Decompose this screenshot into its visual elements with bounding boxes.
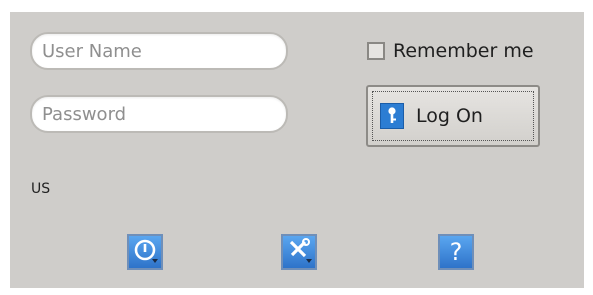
power-button[interactable] <box>127 234 163 270</box>
tools-icon <box>284 235 314 269</box>
username-field[interactable] <box>30 32 288 70</box>
help-icon: ? <box>449 238 463 266</box>
log-on-label: Log On <box>416 105 483 127</box>
log-on-button[interactable]: Log On <box>366 85 540 147</box>
key-icon <box>380 103 404 129</box>
tools-button[interactable] <box>281 234 317 270</box>
password-input[interactable] <box>42 103 272 125</box>
help-button[interactable]: ? <box>438 234 474 270</box>
password-field[interactable] <box>30 95 288 133</box>
remember-me-option[interactable]: Remember me <box>367 40 534 62</box>
remember-me-label: Remember me <box>393 40 534 62</box>
remember-me-checkbox[interactable] <box>367 42 385 60</box>
power-icon <box>130 235 160 269</box>
username-input[interactable] <box>42 40 272 62</box>
keyboard-layout-indicator: US <box>31 181 51 197</box>
